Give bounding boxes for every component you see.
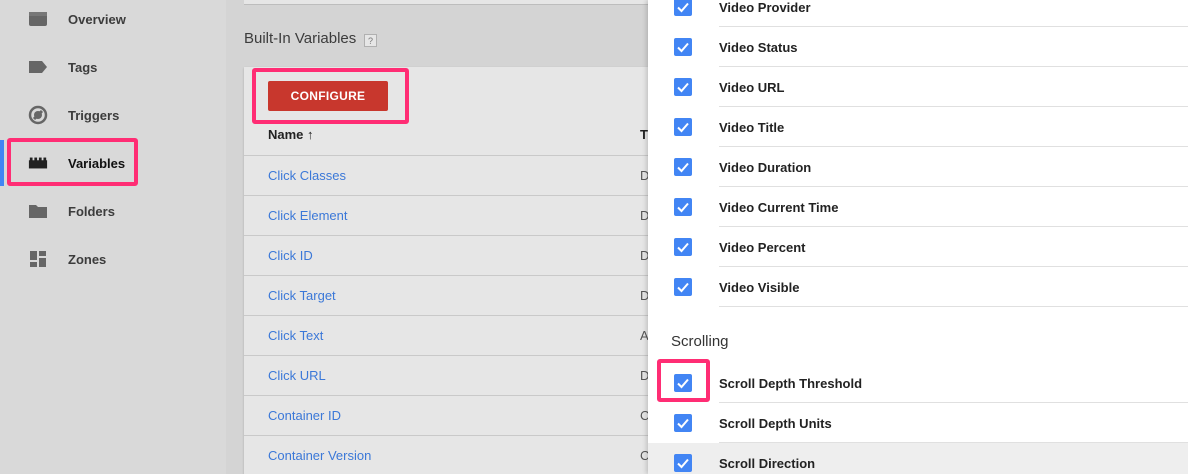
variable-link[interactable]: Click Element (268, 208, 347, 223)
option-label: Video Provider (719, 0, 811, 15)
table-row: Click Element D (244, 195, 654, 235)
folder-icon (28, 201, 48, 221)
variable-link[interactable]: Click Target (268, 288, 336, 303)
divider (719, 306, 1188, 307)
option-row-video-percent[interactable]: Video Percent (648, 227, 1188, 267)
sidebar-item-overview[interactable]: Overview (0, 0, 226, 43)
option-row-video-visible[interactable]: Video Visible (648, 267, 1188, 307)
sidebar-item-tags[interactable]: Tags (0, 43, 226, 91)
option-row-video-title[interactable]: Video Title (648, 107, 1188, 147)
option-label: Video Title (719, 120, 785, 135)
table-row: Click ID D (244, 235, 654, 275)
sidebar-item-folders[interactable]: Folders (0, 187, 226, 235)
highlight-box-configure (252, 68, 409, 124)
configure-variables-panel: Video Provider Video Status Video URL Vi… (648, 0, 1188, 474)
option-label: Video Current Time (719, 200, 839, 215)
variable-link[interactable]: Container Version (268, 448, 371, 463)
option-row-video-current-time[interactable]: Video Current Time (648, 187, 1188, 227)
option-label: Video Percent (719, 240, 806, 255)
option-label: Scroll Direction (719, 456, 816, 471)
option-label: Scroll Depth Units (719, 416, 832, 431)
table-row: Click Target D (244, 275, 654, 315)
previous-card (244, 0, 654, 5)
sidebar-item-triggers[interactable]: Triggers (0, 91, 226, 139)
option-row-video-provider[interactable]: Video Provider (648, 0, 1188, 27)
sidebar-item-zones[interactable]: Zones (0, 235, 226, 283)
sidebar-item-label: Overview (68, 11, 126, 27)
overview-icon (28, 9, 48, 29)
option-row-scroll-depth-threshold[interactable]: Scroll Depth Threshold (648, 363, 1188, 403)
variable-link[interactable]: Container ID (268, 408, 341, 423)
variable-link[interactable]: Click Text (268, 328, 323, 343)
built-in-variables-card: CONFIGURE Name ↑ T Click Classes D Click… (244, 67, 654, 474)
table-row: Container ID C (244, 395, 654, 435)
table-row: Click Classes D (244, 155, 654, 195)
checkbox-checked-icon[interactable] (674, 454, 692, 472)
highlight-box-scroll-checkbox (657, 359, 710, 402)
sidebar-item-label: Triggers (68, 107, 120, 123)
column-header-name[interactable]: Name ↑ (268, 127, 314, 142)
trigger-icon (28, 105, 48, 125)
checkbox-checked-icon[interactable] (674, 38, 692, 56)
option-label: Video Status (719, 40, 798, 55)
option-row-video-url[interactable]: Video URL (648, 67, 1188, 107)
sidebar: Overview Tags Triggers Variables Folders… (0, 0, 226, 474)
option-label: Video URL (719, 80, 785, 95)
option-row-video-status[interactable]: Video Status (648, 27, 1188, 67)
checkbox-checked-icon[interactable] (674, 78, 692, 96)
checkbox-checked-icon[interactable] (674, 278, 692, 296)
sidebar-item-label: Folders (68, 203, 115, 219)
option-row-scroll-direction[interactable]: Scroll Direction (648, 443, 1188, 474)
scrolling-section-title: Scrolling (671, 333, 729, 350)
checkbox-checked-icon[interactable] (674, 198, 692, 216)
help-icon[interactable]: ? (364, 34, 377, 47)
sidebar-item-label: Tags (68, 59, 98, 75)
checkbox-checked-icon[interactable] (674, 238, 692, 256)
checkbox-checked-icon[interactable] (674, 414, 692, 432)
variable-link[interactable]: Click Classes (268, 168, 346, 183)
sidebar-item-label: Zones (68, 251, 107, 267)
checkbox-checked-icon[interactable] (674, 118, 692, 136)
option-row-video-duration[interactable]: Video Duration (648, 147, 1188, 187)
tag-icon (28, 57, 48, 77)
checkbox-checked-icon[interactable] (674, 0, 692, 16)
column-header-type[interactable]: T (640, 127, 648, 142)
variable-link[interactable]: Click URL (268, 368, 326, 383)
option-row-scroll-depth-units[interactable]: Scroll Depth Units (648, 403, 1188, 443)
checkbox-checked-icon[interactable] (674, 158, 692, 176)
variable-link[interactable]: Click ID (268, 248, 313, 263)
table-row: Click Text A (244, 315, 654, 355)
highlight-box-variables (7, 138, 138, 186)
option-label: Scroll Depth Threshold (719, 376, 863, 391)
table-row: Container Version C (244, 435, 654, 474)
option-label: Video Duration (719, 160, 812, 175)
main-content: Built-In Variables ? CONFIGURE Name ↑ T … (226, 0, 654, 474)
zones-icon (28, 249, 48, 269)
table-row: Click URL D (244, 355, 654, 395)
section-title: Built-In Variables (244, 30, 357, 47)
option-label: Video Visible (719, 280, 800, 295)
